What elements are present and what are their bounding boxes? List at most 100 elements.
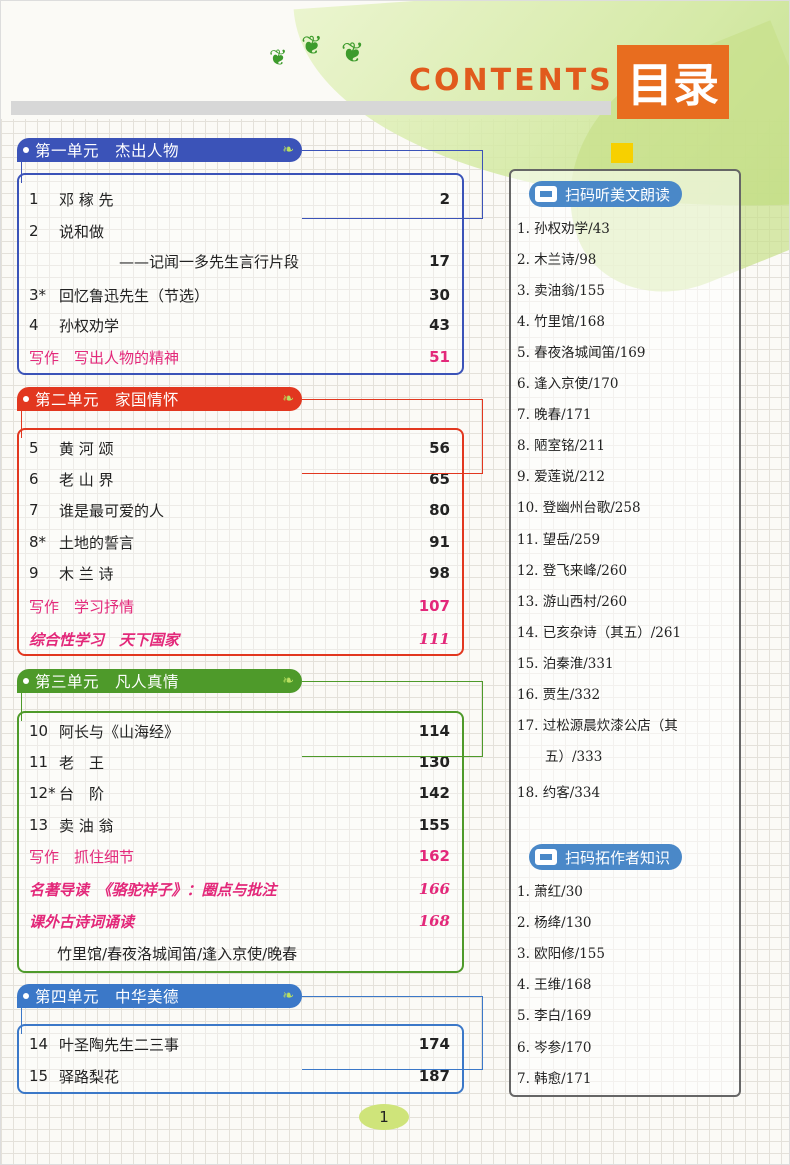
- entry-page: 111: [418, 630, 450, 648]
- toc-entry[interactable]: 写作 抓住细节 162: [29, 844, 450, 868]
- bullet-icon: [23, 147, 29, 153]
- bullet-icon: [23, 993, 29, 999]
- entry-page: 162: [418, 847, 450, 865]
- entry-page: 17: [429, 252, 450, 270]
- qr-list-item[interactable]: 4. 王维/168: [517, 970, 737, 1001]
- authors-title[interactable]: 扫码拓作者知识: [529, 844, 683, 870]
- toc-entry[interactable]: 课外古诗词诵读 168: [29, 909, 450, 933]
- qr-list-item[interactable]: 6. 逢入京使/170: [517, 369, 737, 400]
- entry-title: 谁是最可爱的人: [59, 501, 165, 520]
- contents-heading: CONTENTS: [409, 63, 614, 98]
- qr-list-item[interactable]: 3. 欧阳修/155: [517, 939, 737, 970]
- toc-entry[interactable]: 7 谁是最可爱的人 80: [29, 498, 450, 522]
- entry-number: 10: [29, 722, 49, 740]
- entry-number: 11: [29, 753, 49, 771]
- qr-list-item[interactable]: 11. 望岳/259: [517, 525, 737, 556]
- authors-title-text: 扫码拓作者知识: [565, 848, 671, 867]
- entry-title: 写作 学习抒情: [29, 597, 135, 616]
- bullet-icon: [23, 396, 29, 402]
- listen-title-text: 扫码听美文朗读: [565, 185, 671, 204]
- qr-list-item[interactable]: 2. 杨绛/130: [517, 908, 737, 939]
- entry-number: 2: [29, 222, 39, 240]
- entry-title: 黄 河 颂: [59, 439, 114, 458]
- entry-page: 166: [418, 880, 450, 898]
- entry-page: 30: [429, 286, 450, 304]
- qr-list-item[interactable]: 16. 贾生/332: [517, 680, 737, 711]
- qr-list-item[interactable]: 5. 李白/169: [517, 1001, 737, 1032]
- qr-list-item[interactable]: 15. 泊秦淮/331: [517, 649, 737, 680]
- toc-entry[interactable]: 综合性学习 天下国家 111: [29, 627, 450, 651]
- bullet-icon: [23, 678, 29, 684]
- listen-title[interactable]: 扫码听美文朗读: [529, 181, 683, 207]
- toc-entry[interactable]: 2 说和做: [29, 219, 450, 243]
- toc-entry[interactable]: 9 木 兰 诗 98: [29, 561, 450, 585]
- entry-title: 卖 油 翁: [59, 816, 114, 835]
- toc-entry[interactable]: 写作 学习抒情 107: [29, 594, 450, 618]
- entry-page: 91: [429, 533, 450, 551]
- connector-line: [302, 996, 483, 1070]
- qr-list-item[interactable]: 18. 约客/334: [517, 778, 737, 809]
- connector-line: [302, 150, 483, 219]
- leaf-icon: ❧: [282, 988, 294, 1004]
- connector-line: [21, 411, 22, 438]
- leaf-icon: ❧: [282, 391, 294, 407]
- toc-entry[interactable]: 4 孙权劝学 43: [29, 313, 450, 337]
- qr-list-item[interactable]: 17. 过松源晨炊漆公店（其: [517, 711, 737, 742]
- qr-list-item[interactable]: 1. 萧红/30: [517, 877, 737, 908]
- qr-list-item[interactable]: 7. 晚春/171: [517, 400, 737, 431]
- qr-scan-icon: [535, 186, 557, 202]
- qr-list-item[interactable]: 14. 已亥杂诗（其五）/261: [517, 618, 737, 649]
- unit-title: 第四单元 中华美德: [35, 988, 180, 1006]
- entry-page: 51: [429, 348, 450, 366]
- connector-line: [21, 162, 22, 183]
- mulu-heading: 目录: [617, 45, 729, 119]
- entry-title: 台 阶: [59, 784, 105, 803]
- entry-page: 168: [418, 912, 450, 930]
- entry-number: 12*: [29, 784, 56, 802]
- entry-title: 综合性学习 天下国家: [29, 630, 180, 649]
- toc-entry[interactable]: 竹里馆/春夜洛城闻笛/逢入京使/晚春: [29, 941, 450, 965]
- qr-list-item[interactable]: 9. 爱莲说/212: [517, 462, 737, 493]
- entry-title: 老 山 界: [59, 470, 114, 489]
- entry-number: 4: [29, 316, 39, 334]
- entry-number: 15: [29, 1067, 49, 1085]
- qr-list-item[interactable]: 7. 韩愈/171: [517, 1064, 737, 1095]
- qr-list-item[interactable]: 5. 春夜洛城闻笛/169: [517, 338, 737, 369]
- entry-title: 竹里馆/春夜洛城闻笛/逢入京使/晚春: [57, 944, 298, 963]
- sprig-icon: ❦: [269, 46, 288, 71]
- entry-number: 14: [29, 1035, 49, 1053]
- qr-list-item[interactable]: 12. 登飞来峰/260: [517, 556, 737, 587]
- qr-list-item[interactable]: 13. 游山西村/260: [517, 587, 737, 618]
- entry-title: 说和做: [59, 222, 105, 241]
- toc-entry[interactable]: 13 卖 油 翁 155: [29, 813, 450, 837]
- toc-entry[interactable]: 写作 写出人物的精神 51: [29, 345, 450, 369]
- sprig-icon: ❦: [341, 36, 365, 69]
- toc-entry[interactable]: 8* 土地的誓言 91: [29, 530, 450, 554]
- qr-list-item[interactable]: 3. 卖油翁/155: [517, 276, 737, 307]
- toc-entry[interactable]: 12* 台 阶 142: [29, 781, 450, 805]
- unit-header: 第三单元 凡人真情 ❧: [17, 669, 302, 693]
- entry-title: 老 王: [59, 753, 105, 772]
- unit-header: 第一单元 杰出人物 ❧: [17, 138, 302, 162]
- entry-number: 5: [29, 439, 39, 457]
- entry-title: 土地的誓言: [59, 533, 135, 552]
- toc-entry[interactable]: 3* 回忆鲁迅先生（节选） 30: [29, 283, 450, 307]
- qr-list-item[interactable]: 6. 岑参/170: [517, 1033, 737, 1064]
- qr-list-item[interactable]: 五）/333: [517, 742, 765, 773]
- toc-entry[interactable]: 名著导读 《骆驼祥子》：圈点与批注 166: [29, 877, 450, 901]
- qr-scan-icon: [535, 849, 557, 865]
- qr-list-item[interactable]: 8. 陋室铭/211: [517, 431, 737, 462]
- unit-title: 第一单元 杰出人物: [35, 142, 180, 160]
- toc-entry[interactable]: ——记闻一多先生言行片段 17: [29, 249, 450, 273]
- entry-number: 9: [29, 564, 39, 582]
- qr-list-item[interactable]: 1. 孙权劝学/43: [517, 214, 737, 245]
- entry-title: 木 兰 诗: [59, 564, 114, 583]
- entry-title: 回忆鲁迅先生（节选）: [59, 286, 210, 305]
- entry-page: 98: [429, 564, 450, 582]
- qr-list-item[interactable]: 4. 竹里馆/168: [517, 307, 737, 338]
- qr-list-item[interactable]: 10. 登幽州台歌/258: [517, 493, 737, 524]
- entry-page: 107: [418, 597, 450, 615]
- entry-title: 写作 抓住细节: [29, 847, 135, 866]
- entry-number: 3*: [29, 286, 47, 304]
- qr-list-item[interactable]: 2. 木兰诗/98: [517, 245, 737, 276]
